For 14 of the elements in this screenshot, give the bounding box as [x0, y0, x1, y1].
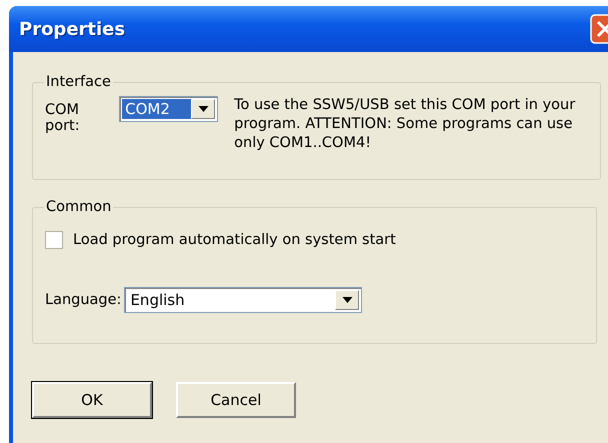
com-port-dropdown[interactable]: COM2 [119, 96, 218, 122]
language-value: English [129, 290, 186, 310]
instruction-text: To use the SSW5/USB set this COM port in your program. ATTENTION: Some programs can use only COM1..COM4! [234, 96, 576, 153]
checkbox[interactable] [45, 231, 63, 249]
checkbox-label[interactable]: Load program automatically on system start [73, 232, 396, 248]
language-label: Language: [45, 292, 122, 308]
com-port-label: COM port: [45, 102, 81, 134]
group-label: Common [45, 199, 112, 215]
language-dropdown[interactable]: English [124, 287, 362, 313]
group-label: Interface [45, 74, 112, 90]
window-title: Properties [19, 18, 126, 40]
ok-button[interactable]: OK [32, 382, 152, 418]
com-port-value: COM2 [122, 99, 192, 119]
cancel-button[interactable]: Cancel [176, 382, 296, 418]
